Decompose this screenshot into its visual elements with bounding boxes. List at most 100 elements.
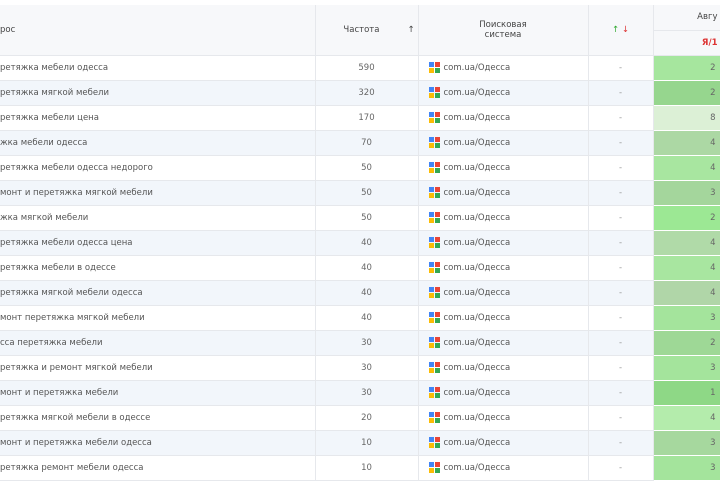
position-cell: 4 [653, 130, 720, 156]
engine-cell: com.ua/Одесса [418, 230, 589, 256]
google-icon [428, 437, 440, 448]
engine-cell: com.ua/Одесса [418, 130, 589, 156]
position-cell: 4 [653, 280, 720, 306]
engine-cell: com.ua/Одесса [418, 380, 589, 406]
table-row[interactable]: ретяжка мебели одесса недорого 50 com.ua… [0, 155, 720, 181]
table-row[interactable]: ретяжка мягкой мебели 320 com.ua/Одесса … [0, 80, 720, 106]
query-cell: монт и перетяжка мебели [0, 380, 316, 406]
position-cell: 1 [653, 380, 720, 406]
position-cell: 3 [653, 305, 720, 331]
frequency-cell: 40 [315, 230, 419, 256]
google-icon [428, 62, 440, 73]
table-row[interactable]: жка мебели одесса 70 com.ua/Одесса - 4 [0, 130, 720, 156]
positions-table: рос Частота ↑ Поисковая система ↑ ↓ Авгу … [0, 5, 720, 481]
engine-cell: com.ua/Одесса [418, 355, 589, 381]
frequency-cell: 70 [315, 130, 419, 156]
position-cell: 2 [653, 80, 720, 106]
query-cell: монт и перетяжка мебели одесса [0, 430, 316, 456]
table-row[interactable]: ретяжка ремонт мебели одесса 10 com.ua/О… [0, 455, 720, 481]
frequency-cell: 320 [315, 80, 419, 106]
position-cell: 2 [653, 55, 720, 81]
position-cell: 3 [653, 180, 720, 206]
table-row[interactable]: ретяжка мебели цена 170 com.ua/Одесса - … [0, 105, 720, 131]
query-cell: ретяжка мебели цена [0, 105, 316, 131]
position-cell: 2 [653, 330, 720, 356]
google-icon [428, 337, 440, 348]
table-row[interactable]: монт и перетяжка мягкой мебели 50 com.ua… [0, 180, 720, 206]
position-cell: 2 [653, 205, 720, 231]
google-icon [428, 287, 440, 298]
engine-cell: com.ua/Одесса [418, 305, 589, 331]
column-header-frequency[interactable]: Частота ↑ [315, 5, 419, 56]
table-row[interactable]: ретяжка мягкой мебели одесса 40 com.ua/О… [0, 280, 720, 306]
frequency-cell: 40 [315, 305, 419, 331]
position-cell: 8 [653, 105, 720, 131]
frequency-cell: 30 [315, 355, 419, 381]
query-cell: монт и перетяжка мягкой мебели [0, 180, 316, 206]
engine-cell: com.ua/Одесса [418, 80, 589, 106]
table-row[interactable]: ретяжка мебели в одессе 40 com.ua/Одесса… [0, 255, 720, 281]
google-icon [428, 362, 440, 373]
change-cell: - [588, 430, 654, 456]
engine-cell: com.ua/Одесса [418, 255, 589, 281]
query-cell: монт перетяжка мягкой мебели [0, 305, 316, 331]
query-cell: ретяжка мебели одесса [0, 55, 316, 81]
change-cell: - [588, 305, 654, 331]
engine-cell: com.ua/Одесса [418, 105, 589, 131]
engine-cell: com.ua/Одесса [418, 405, 589, 431]
position-cell: 4 [653, 230, 720, 256]
google-icon [428, 87, 440, 98]
change-cell: - [588, 80, 654, 106]
change-cell: - [588, 355, 654, 381]
column-header-query[interactable]: рос [0, 5, 316, 56]
change-cell: - [588, 205, 654, 231]
sort-arrow-icon[interactable]: ↑ [407, 25, 414, 35]
engine-cell: com.ua/Одесса [418, 205, 589, 231]
frequency-cell: 50 [315, 155, 419, 181]
google-icon [428, 112, 440, 123]
change-cell: - [588, 180, 654, 206]
engine-cell: com.ua/Одесса [418, 55, 589, 81]
change-cell: - [588, 280, 654, 306]
query-cell: сса перетяжка мебели [0, 330, 316, 356]
google-icon [428, 137, 440, 148]
position-cell: 3 [653, 455, 720, 481]
google-icon [428, 462, 440, 473]
google-icon [428, 312, 440, 323]
table-row[interactable]: монт и перетяжка мебели 30 com.ua/Одесса… [0, 380, 720, 406]
engine-cell: com.ua/Одесса [418, 330, 589, 356]
query-cell: ретяжка мягкой мебели одесса [0, 280, 316, 306]
google-icon [428, 412, 440, 423]
engine-cell: com.ua/Одесса [418, 455, 589, 481]
change-cell: - [588, 330, 654, 356]
table-row[interactable]: ретяжка мебели одесса 590 com.ua/Одесса … [0, 55, 720, 81]
frequency-cell: 590 [315, 55, 419, 81]
table-row[interactable]: монт перетяжка мягкой мебели 40 com.ua/О… [0, 305, 720, 331]
google-icon [428, 162, 440, 173]
frequency-cell: 40 [315, 255, 419, 281]
change-cell: - [588, 455, 654, 481]
table-row[interactable]: ретяжка и ремонт мягкой мебели 30 com.ua… [0, 355, 720, 381]
table-row[interactable]: жка мягкой мебели 50 com.ua/Одесса - 2 [0, 205, 720, 231]
column-header-change[interactable]: ↑ ↓ [588, 5, 654, 56]
query-cell: ретяжка мягкой мебели [0, 80, 316, 106]
change-cell: - [588, 405, 654, 431]
table-row[interactable]: ретяжка мебели одесса цена 40 com.ua/Оде… [0, 230, 720, 256]
table-row[interactable]: сса перетяжка мебели 30 com.ua/Одесса - … [0, 330, 720, 356]
position-cell: 4 [653, 155, 720, 181]
column-header-yandex[interactable]: Я/1 [653, 30, 720, 56]
query-cell: жка мягкой мебели [0, 205, 316, 231]
frequency-cell: 30 [315, 380, 419, 406]
position-cell: 3 [653, 355, 720, 381]
change-cell: - [588, 230, 654, 256]
engine-cell: com.ua/Одесса [418, 430, 589, 456]
column-header-period: Авгу [653, 5, 720, 31]
column-header-engine[interactable]: Поисковая система [418, 5, 589, 56]
google-icon [428, 262, 440, 273]
change-cell: - [588, 155, 654, 181]
frequency-cell: 20 [315, 405, 419, 431]
frequency-cell: 170 [315, 105, 419, 131]
table-row[interactable]: монт и перетяжка мебели одесса 10 com.ua… [0, 430, 720, 456]
table-row[interactable]: ретяжка мягкой мебели в одессе 20 com.ua… [0, 405, 720, 431]
change-cell: - [588, 55, 654, 81]
